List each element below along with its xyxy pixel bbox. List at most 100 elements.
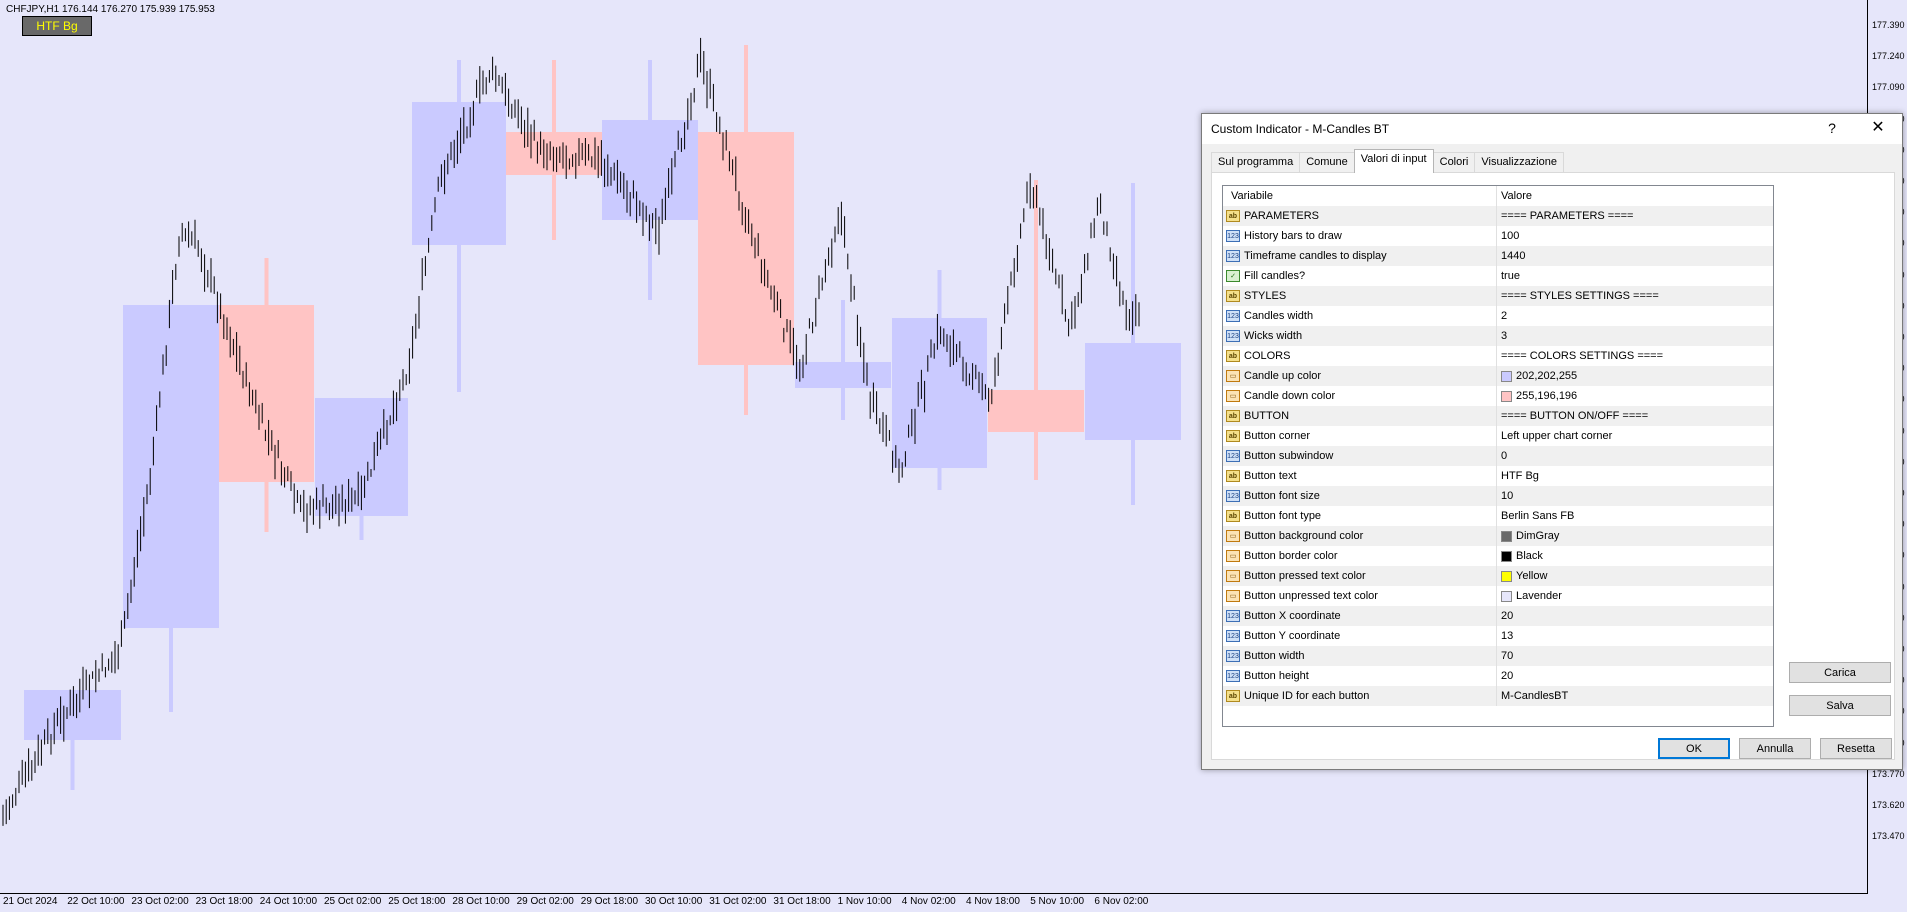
param-name-cell[interactable]: ▭ Candle up color	[1223, 366, 1497, 386]
param-name-cell[interactable]: 123 Button font size	[1223, 486, 1497, 506]
tab-visualizzazione[interactable]: Visualizzazione	[1474, 152, 1564, 173]
param-value-cell[interactable]: Left upper chart corner	[1497, 426, 1773, 446]
load-button[interactable]: Carica	[1789, 662, 1891, 683]
help-icon[interactable]: ?	[1822, 118, 1842, 138]
param-value-cell[interactable]: 10	[1497, 486, 1773, 506]
param-value-cell[interactable]: DimGray	[1497, 526, 1773, 546]
table-row[interactable]: ab STYLES ==== STYLES SETTINGS ====	[1223, 286, 1773, 306]
table-row[interactable]: 123 Timeframe candles to display 1440	[1223, 246, 1773, 266]
param-value-cell[interactable]: 13	[1497, 626, 1773, 646]
tab-valori-di-input[interactable]: Valori di input	[1353, 149, 1434, 173]
param-name: History bars to draw	[1244, 230, 1342, 242]
table-row[interactable]: ▭ Button unpressed text color Lavender	[1223, 586, 1773, 606]
close-icon[interactable]: ✕	[1868, 118, 1888, 138]
tab-sul-programma[interactable]: Sul programma	[1211, 152, 1301, 173]
param-value-cell[interactable]: Berlin Sans FB	[1497, 506, 1773, 526]
param-type-ab-icon: ab	[1226, 210, 1240, 222]
param-value-cell[interactable]: HTF Bg	[1497, 466, 1773, 486]
table-row[interactable]: ab Unique ID for each button M-CandlesBT	[1223, 686, 1773, 706]
table-row[interactable]: 123 Button subwindow 0	[1223, 446, 1773, 466]
param-value-cell[interactable]: Yellow	[1497, 566, 1773, 586]
param-name-cell[interactable]: ▭ Button background color	[1223, 526, 1497, 546]
tab-comune[interactable]: Comune	[1299, 152, 1355, 173]
ok-button[interactable]: OK	[1658, 738, 1730, 759]
param-name-cell[interactable]: ▭ Button pressed text color	[1223, 566, 1497, 586]
param-name-cell[interactable]: ab Button font type	[1223, 506, 1497, 526]
param-name-cell[interactable]: 123 Wicks width	[1223, 326, 1497, 346]
table-row[interactable]: 123 Button width 70	[1223, 646, 1773, 666]
param-name: Button subwindow	[1244, 450, 1334, 462]
param-name-cell[interactable]: ✓ Fill candles?	[1223, 266, 1497, 286]
table-row[interactable]: ab PARAMETERS ==== PARAMETERS ====	[1223, 206, 1773, 226]
param-name-cell[interactable]: 123 Button X coordinate	[1223, 606, 1497, 626]
param-name-cell[interactable]: 123 Timeframe candles to display	[1223, 246, 1497, 266]
param-value-cell[interactable]: true	[1497, 266, 1773, 286]
header-value[interactable]: Valore	[1497, 186, 1773, 206]
param-name-cell[interactable]: ab COLORS	[1223, 346, 1497, 366]
param-name-cell[interactable]: ab STYLES	[1223, 286, 1497, 306]
param-value-cell[interactable]: 2	[1497, 306, 1773, 326]
table-row[interactable]: 123 Button X coordinate 20	[1223, 606, 1773, 626]
header-variable[interactable]: Variabile	[1223, 186, 1497, 206]
param-value-cell[interactable]: ==== PARAMETERS ====	[1497, 206, 1773, 226]
param-value-cell[interactable]: 20	[1497, 606, 1773, 626]
param-name-cell[interactable]: ▭ Candle down color	[1223, 386, 1497, 406]
param-name-cell[interactable]: 123 Candles width	[1223, 306, 1497, 326]
param-name-cell[interactable]: 123 Button subwindow	[1223, 446, 1497, 466]
table-row[interactable]: ▭ Candle up color 202,202,255	[1223, 366, 1773, 386]
table-row[interactable]: 123 Candles width 2	[1223, 306, 1773, 326]
param-name-cell[interactable]: 123 Button height	[1223, 666, 1497, 686]
param-name-cell[interactable]: ab PARAMETERS	[1223, 206, 1497, 226]
param-name-cell[interactable]: ab Button text	[1223, 466, 1497, 486]
param-name-cell[interactable]: ▭ Button border color	[1223, 546, 1497, 566]
param-value-cell[interactable]: 20	[1497, 666, 1773, 686]
param-type-123-icon: 123	[1226, 310, 1240, 322]
table-row[interactable]: 123 Button Y coordinate 13	[1223, 626, 1773, 646]
time-tick-label: 21 Oct 2024	[3, 896, 58, 907]
table-row[interactable]: 123 Button font size 10	[1223, 486, 1773, 506]
param-value-cell[interactable]: 1440	[1497, 246, 1773, 266]
param-value-cell[interactable]: 255,196,196	[1497, 386, 1773, 406]
param-value-cell[interactable]: 202,202,255	[1497, 366, 1773, 386]
table-row[interactable]: ▭ Button border color Black	[1223, 546, 1773, 566]
param-value-cell[interactable]: 70	[1497, 646, 1773, 666]
htf-bg-button[interactable]: HTF Bg	[22, 16, 92, 36]
table-row[interactable]: ab Button font type Berlin Sans FB	[1223, 506, 1773, 526]
param-name-cell[interactable]: 123 History bars to draw	[1223, 226, 1497, 246]
param-name-cell[interactable]: ab Button corner	[1223, 426, 1497, 446]
table-row[interactable]: ab BUTTON ==== BUTTON ON/OFF ====	[1223, 406, 1773, 426]
table-row[interactable]: ab COLORS ==== COLORS SETTINGS ====	[1223, 346, 1773, 366]
param-value-cell[interactable]: Black	[1497, 546, 1773, 566]
table-row[interactable]: ab Button corner Left upper chart corner	[1223, 426, 1773, 446]
param-type-ab-icon: ab	[1226, 290, 1240, 302]
table-row[interactable]: ▭ Button background color DimGray	[1223, 526, 1773, 546]
cancel-button[interactable]: Annulla	[1739, 738, 1811, 759]
param-name-cell[interactable]: 123 Button width	[1223, 646, 1497, 666]
param-value-cell[interactable]: 100	[1497, 226, 1773, 246]
param-value-cell[interactable]: ==== BUTTON ON/OFF ====	[1497, 406, 1773, 426]
param-value: 255,196,196	[1516, 390, 1578, 402]
table-row[interactable]: 123 History bars to draw 100	[1223, 226, 1773, 246]
param-type-123-icon: 123	[1226, 610, 1240, 622]
param-name-cell[interactable]: 123 Button Y coordinate	[1223, 626, 1497, 646]
table-row[interactable]: ✓ Fill candles? true	[1223, 266, 1773, 286]
reset-button[interactable]: Resetta	[1820, 738, 1892, 759]
table-row[interactable]: ▭ Candle down color 255,196,196	[1223, 386, 1773, 406]
param-value-cell[interactable]: 0	[1497, 446, 1773, 466]
param-value-cell[interactable]: 3	[1497, 326, 1773, 346]
param-value-cell[interactable]: ==== STYLES SETTINGS ====	[1497, 286, 1773, 306]
tab-colori[interactable]: Colori	[1432, 152, 1476, 173]
param-name-cell[interactable]: ▭ Button unpressed text color	[1223, 586, 1497, 606]
param-name-cell[interactable]: ab Unique ID for each button	[1223, 686, 1497, 706]
table-row[interactable]: ab Button text HTF Bg	[1223, 466, 1773, 486]
param-value-cell[interactable]: M-CandlesBT	[1497, 686, 1773, 706]
table-row[interactable]: ▭ Button pressed text color Yellow	[1223, 566, 1773, 586]
dialog-titlebar[interactable]: Custom Indicator - M-Candles BT ? ✕	[1202, 114, 1902, 144]
htf-candle-body	[1085, 343, 1181, 440]
param-name-cell[interactable]: ab BUTTON	[1223, 406, 1497, 426]
param-value-cell[interactable]: Lavender	[1497, 586, 1773, 606]
save-button[interactable]: Salva	[1789, 695, 1891, 716]
param-value-cell[interactable]: ==== COLORS SETTINGS ====	[1497, 346, 1773, 366]
table-row[interactable]: 123 Button height 20	[1223, 666, 1773, 686]
table-row[interactable]: 123 Wicks width 3	[1223, 326, 1773, 346]
